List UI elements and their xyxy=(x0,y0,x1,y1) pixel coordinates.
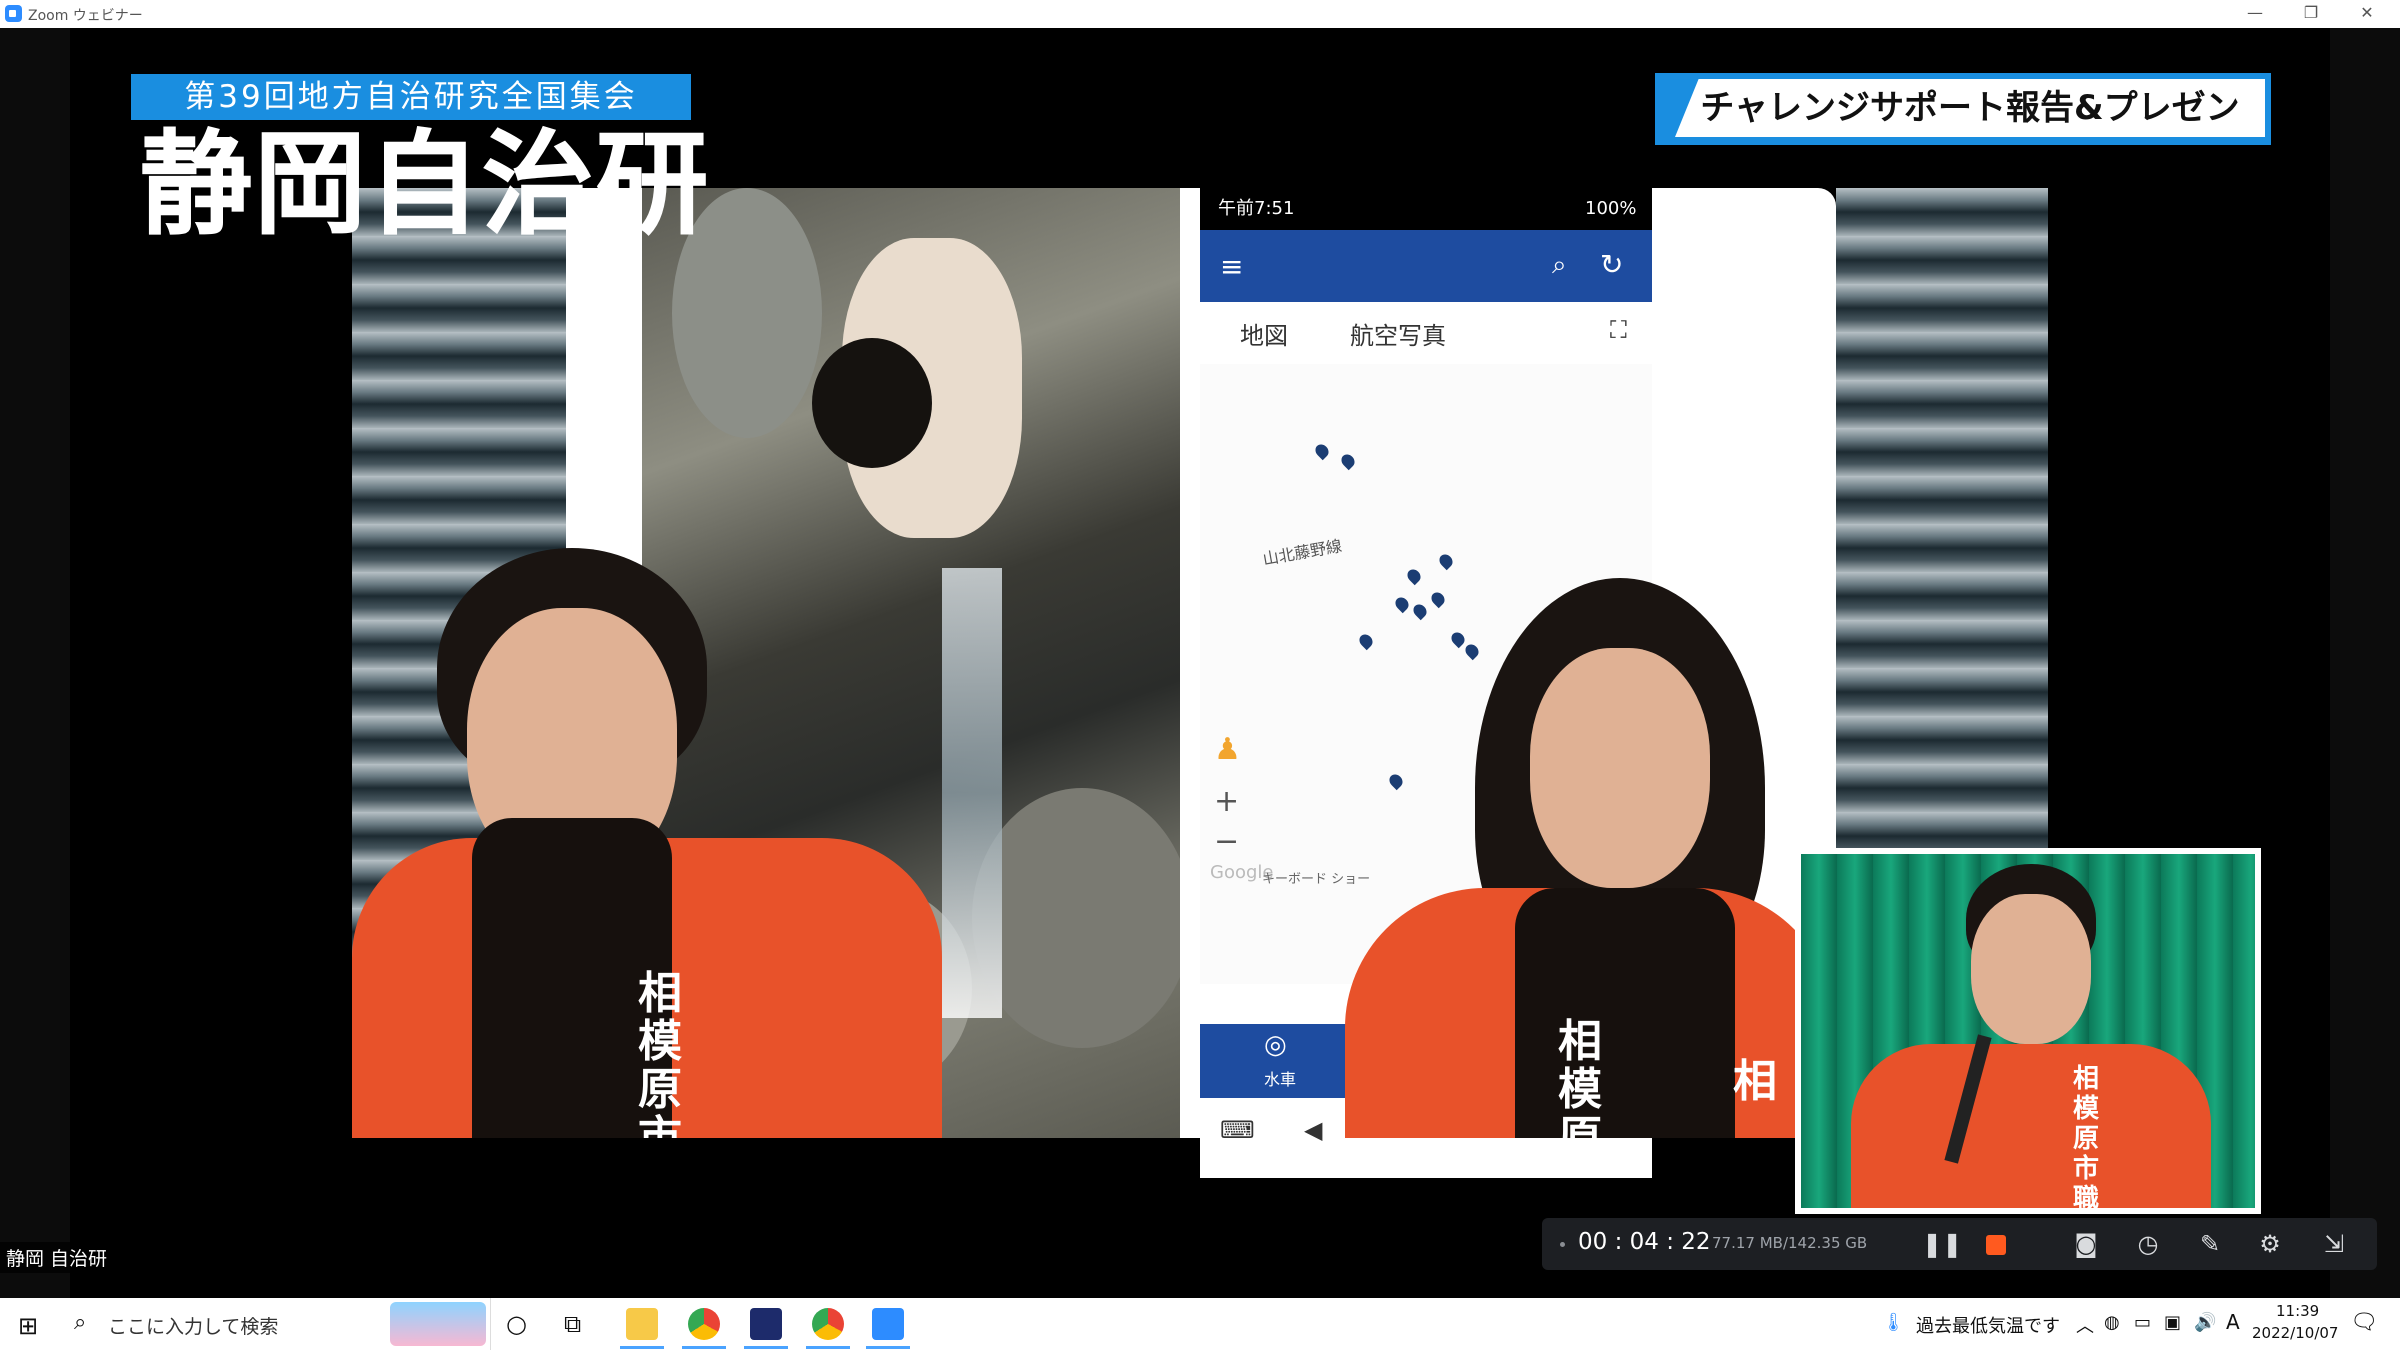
back-icon[interactable]: ◀ xyxy=(1304,1116,1322,1144)
phone-app-bar: ≡ ⌕ ↻ xyxy=(1200,230,1652,302)
search-placeholder: ここに入力して検索 xyxy=(108,1316,279,1338)
volume-icon[interactable]: 🔊 xyxy=(2194,1312,2216,1333)
search-icon[interactable]: ⌕ xyxy=(1552,250,1567,281)
phone-battery: 100% xyxy=(1585,198,1637,219)
group-title: 静岡自治研 xyxy=(140,120,710,251)
tab-map[interactable]: 地図 xyxy=(1240,316,1288,351)
map-pin[interactable] xyxy=(1312,441,1332,461)
search-icon: ⌕ xyxy=(74,1310,87,1335)
task-view-icon[interactable]: ⧉ xyxy=(564,1310,581,1338)
student-left: 相模原市 xyxy=(352,518,942,1138)
menu-icon[interactable]: ≡ xyxy=(1220,250,1243,283)
zoom-taskbar-icon[interactable] xyxy=(872,1308,904,1340)
shared-screen: 第39回地方自治研究全国集会 静岡自治研 チャレンジサポート報告&プレゼン 相模… xyxy=(0,28,2400,1298)
happi-text-left: 相模原市 xyxy=(638,968,682,1139)
file-explorer-icon[interactable] xyxy=(626,1308,658,1340)
zoom-out-icon[interactable]: − xyxy=(1214,824,1239,859)
pause-icon[interactable]: ❚❚ xyxy=(1922,1228,1962,1260)
tray-meet-icon[interactable]: ◍ xyxy=(2104,1312,2120,1333)
tray-network-icon[interactable]: ▭ xyxy=(2134,1312,2151,1333)
taskbar-search[interactable]: ⌕ ここに入力して検索 xyxy=(60,1298,491,1350)
recording-indicator-icon xyxy=(1560,1242,1565,1247)
fullscreen-icon[interactable]: ⛶ xyxy=(1610,316,1627,344)
session-title: チャレンジサポート報告&プレゼン xyxy=(1675,79,2265,137)
webex-icon[interactable] xyxy=(750,1308,782,1340)
window-title-bar: Zoom ウェビナー — ❐ ✕ xyxy=(0,0,2400,28)
close-button[interactable]: ✕ xyxy=(2344,0,2390,28)
weather-icon[interactable]: 🌡 xyxy=(1882,1312,1905,1333)
phone-time: 午前7:51 xyxy=(1218,198,1295,219)
tray-display-icon[interactable]: ▣ xyxy=(2164,1312,2181,1333)
waterwheel-label: 水車 xyxy=(1264,1070,1297,1089)
session-banner: チャレンジサポート報告&プレゼン xyxy=(1655,73,2271,145)
keyboard-icon[interactable]: ⌨ xyxy=(1220,1116,1255,1144)
speaker-video-tile[interactable]: 相模原市職 xyxy=(1795,848,2261,1214)
street-view-icon[interactable]: ♟ xyxy=(1214,732,1241,767)
draw-icon[interactable]: ✎ xyxy=(2194,1228,2226,1260)
windows-start-icon[interactable]: ⊞ xyxy=(18,1312,38,1340)
recording-size: 77.17 MB/142.35 GB xyxy=(1712,1234,1868,1252)
map-road-label: 山北藤野線 xyxy=(1261,536,1344,569)
tab-aerial[interactable]: 航空写真 xyxy=(1350,316,1446,351)
waterwheel-icon[interactable]: ◎ xyxy=(1264,1030,1287,1060)
participant-name: 静岡 自治研 xyxy=(0,1242,114,1273)
weather-text[interactable]: 過去最低気温です xyxy=(1916,1312,2060,1338)
cortana-icon[interactable]: ○ xyxy=(506,1310,527,1338)
happi-text-right: 相模原 xyxy=(1558,1016,1602,1139)
restore-button[interactable]: ❐ xyxy=(2288,0,2334,28)
notification-icon[interactable]: 🗨 xyxy=(2350,1310,2378,1335)
refresh-icon[interactable]: ↻ xyxy=(1600,248,1623,281)
timer-icon[interactable]: ◷ xyxy=(2132,1228,2164,1260)
zoom-in-icon[interactable]: + xyxy=(1214,784,1239,819)
phone-status-bar: 午前7:51 100% xyxy=(1200,188,1652,230)
minimize-icon[interactable]: ⇲ xyxy=(2318,1228,2350,1260)
recording-time: 00 : 04 : 22 xyxy=(1578,1229,1711,1255)
tray-chevron-icon[interactable]: ︿ xyxy=(2076,1312,2094,1338)
minimize-button[interactable]: — xyxy=(2232,0,2278,28)
clock-date[interactable]: 2022/10/07 xyxy=(2252,1324,2338,1342)
event-banner: 第39回地方自治研究全国集会 xyxy=(131,74,691,120)
stop-icon[interactable] xyxy=(1980,1228,2012,1260)
happi-text-right-2: 相 xyxy=(1733,1056,1777,1107)
gear-icon[interactable]: ⚙ xyxy=(2254,1228,2286,1260)
windows-taskbar: ⊞ ⌕ ここに入力して検索 ○ ⧉ 🌡 過去最低気温です ︿ ◍ ▭ ▣ 🔊 A… xyxy=(0,1298,2400,1350)
chrome-profile-icon[interactable] xyxy=(812,1308,844,1340)
happi-text-tile: 相模原市職 xyxy=(2072,1064,2099,1208)
clock-time[interactable]: 11:39 xyxy=(2276,1302,2319,1320)
map-pin[interactable] xyxy=(1338,451,1358,471)
camera-icon[interactable]: ◙ xyxy=(2070,1228,2102,1260)
search-highlight-image xyxy=(390,1302,486,1346)
map-tabs: 地図 航空写真 ⛶ xyxy=(1200,302,1652,365)
screen-recorder-toolbar: 00 : 04 : 22 77.17 MB/142.35 GB ❚❚ ◙ ◷ ✎… xyxy=(1542,1218,2377,1270)
chrome-icon[interactable] xyxy=(688,1308,720,1340)
window-title: Zoom ウェビナー xyxy=(28,8,143,24)
ime-indicator[interactable]: A xyxy=(2226,1310,2240,1334)
zoom-logo-icon xyxy=(5,5,22,22)
student-right: 相模原 相 xyxy=(1345,558,1835,1138)
